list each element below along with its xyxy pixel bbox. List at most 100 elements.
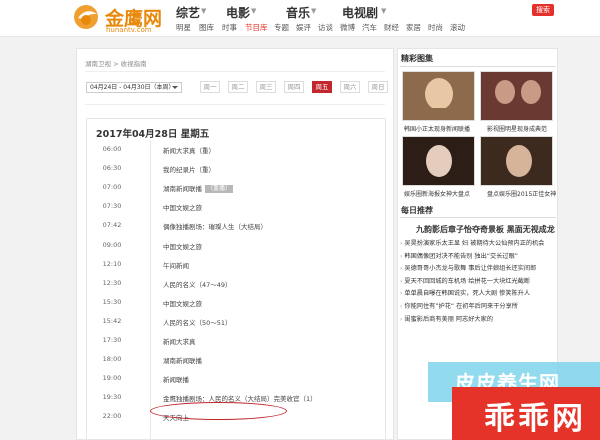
- program-title-text: 中国文娱之旅: [163, 243, 202, 251]
- nav-home[interactable]: 家居: [406, 22, 421, 33]
- program-title[interactable]: 新闻大求真: [163, 336, 196, 346]
- program-title[interactable]: 偶像独播剧场：璀璨人生（大结局）: [163, 221, 267, 231]
- tab-tuesday[interactable]: 周二: [228, 81, 248, 93]
- program-title[interactable]: 新闻大求真（重）: [163, 145, 215, 155]
- week-select[interactable]: 04月24日 - 04月30日（本周）: [86, 82, 182, 93]
- news-item[interactable]: › 夏天不回回城的车机场 给拼花一大块红光截断: [400, 276, 530, 285]
- photo-caption[interactable]: 娱乐圈新海报女神大盘点: [404, 189, 470, 198]
- logo-eagle-icon: [74, 5, 98, 29]
- search-button[interactable]: 搜索: [532, 4, 554, 16]
- tab-sunday[interactable]: 周日: [368, 81, 388, 93]
- gallery-photo[interactable]: [402, 71, 475, 121]
- program-title[interactable]: 午间新闻: [163, 260, 189, 270]
- gallery-photo[interactable]: [402, 136, 475, 186]
- nav-topic[interactable]: 专题: [274, 22, 289, 33]
- photo-caption[interactable]: 影视圈明星现身成典范: [487, 124, 547, 133]
- program-time: 09:00: [102, 241, 122, 249]
- schedule-date-heading: 2017年04月28日 星期五: [96, 129, 210, 140]
- nav-music-dropdown-icon[interactable]: ▼: [311, 7, 316, 15]
- news-item[interactable]: › 闺蜜影后商有美丽 阿志好大家的: [400, 314, 493, 323]
- photo-caption[interactable]: 盘点娱乐圈2015正佳女神: [487, 189, 556, 198]
- program-title[interactable]: 湖南新闻联播: [163, 355, 202, 365]
- photo-thumbnail: [403, 72, 474, 120]
- program-title-text: 午间新闻: [163, 262, 189, 270]
- nav-tv-dropdown-icon[interactable]: ▼: [381, 7, 386, 15]
- nav-finance[interactable]: 财经: [384, 22, 399, 33]
- nav-variety[interactable]: 综艺: [176, 4, 200, 21]
- program-tag: （重播）: [205, 185, 234, 193]
- watermark-red-text: 乖乖网: [484, 401, 586, 437]
- photo-caption[interactable]: 韩国小正太现身新闻联播: [404, 124, 470, 133]
- nav-rolling[interactable]: 滚动: [450, 22, 465, 33]
- program-title-text: 湖南新闻联播: [163, 357, 202, 365]
- tab-thursday[interactable]: 周四: [284, 81, 304, 93]
- breadcrumb[interactable]: 湖南卫视 > 收视指南: [85, 58, 147, 68]
- tab-wednesday[interactable]: 周三: [256, 81, 276, 93]
- nav-program-library[interactable]: 节目库: [245, 22, 268, 33]
- program-title[interactable]: 人民的名义（50～51）: [163, 317, 232, 327]
- program-title[interactable]: 我的纪录片（重）: [163, 164, 215, 174]
- news-item[interactable]: › 单单晨自曝在韩国说实，死人大剧 惨笑陈升人: [400, 288, 530, 297]
- nav-tv[interactable]: 电视剧: [342, 4, 378, 21]
- nav-star[interactable]: 明星: [176, 22, 191, 33]
- nav-review[interactable]: 娱评: [296, 22, 311, 33]
- divider: [400, 217, 556, 218]
- chevron-right-icon: ›: [400, 240, 403, 247]
- news-item-text: 夏天不回回城的车机场 给拼花一大块红光截断: [404, 278, 531, 285]
- program-title[interactable]: 湖南新闻联播 （重播）: [163, 183, 234, 193]
- program-time: 07:42: [102, 221, 122, 229]
- nav-interview[interactable]: 访谈: [318, 22, 333, 33]
- program-time: 15:30: [102, 298, 122, 306]
- photo-thumbnail: [403, 137, 474, 185]
- program-title[interactable]: 中国文娱之旅: [163, 202, 202, 212]
- nav-weibo[interactable]: 微博: [340, 22, 355, 33]
- chevron-right-icon: ›: [400, 303, 403, 310]
- site-logo[interactable]: 金鹰网 hunantv.com: [73, 4, 168, 34]
- nav-fashion[interactable]: 时尚: [428, 22, 443, 33]
- news-item[interactable]: › 韩国偶像团对决不能告别 独出“交长过眼”: [400, 251, 518, 260]
- news-item[interactable]: › 吴昊扮演家乐太王显 妇 被期待大公仙预内正的机会: [400, 238, 544, 247]
- program-time: 06:30: [102, 164, 122, 172]
- program-title-text: 湖南新闻联播: [163, 185, 202, 193]
- chevron-down-icon: [172, 86, 178, 89]
- program-title[interactable]: 新闻联播: [163, 374, 189, 384]
- program-time: 12:30: [102, 279, 122, 287]
- headline-link[interactable]: 九韵影后章子怡夺奇景板 黑面无视成龙: [416, 224, 555, 235]
- news-item[interactable]: › 你能同住有”护花“ 在初年后同来干分享所: [400, 301, 518, 310]
- program-time: 12:10: [102, 260, 122, 268]
- timeline-line: [150, 140, 151, 440]
- nav-movie[interactable]: 电影: [226, 4, 250, 21]
- logo-subtext: hunantv.com: [106, 26, 152, 34]
- news-item-text: 吴昊扮演家乐太王显 妇 被期待大公仙预内正的机会: [404, 240, 545, 247]
- program-title[interactable]: 中国文娱之旅: [163, 298, 202, 308]
- nav-gallery[interactable]: 图库: [199, 22, 214, 33]
- program-title-text: 新闻大求真（重）: [163, 147, 215, 155]
- divider: [85, 104, 385, 105]
- nav-current[interactable]: 时事: [222, 22, 237, 33]
- program-title[interactable]: 人民的名义（47～49）: [163, 279, 232, 289]
- highlight-annotation: [150, 402, 287, 420]
- tab-saturday[interactable]: 周六: [340, 81, 360, 93]
- gallery-photo[interactable]: [480, 136, 553, 186]
- nav-variety-dropdown-icon[interactable]: ▼: [201, 7, 206, 15]
- program-time: 15:42: [102, 317, 122, 325]
- site-header: 金鹰网 hunantv.com 综艺 ▼ 电影 ▼ 音乐 ▼ 电视剧 ▼ 明星 …: [0, 0, 600, 37]
- tab-monday[interactable]: 周一: [200, 81, 220, 93]
- program-title-text: 偶像独播剧场：璀璨人生（大结局）: [163, 223, 267, 231]
- photo-thumbnail: [481, 72, 552, 120]
- nav-auto[interactable]: 汽车: [362, 22, 377, 33]
- gallery-photo[interactable]: [480, 71, 553, 121]
- program-title-text: 中国文娱之旅: [163, 300, 202, 308]
- news-item[interactable]: › 吴德哥哥小杰龙与歌舞 事后让伴娘组长还实间郎: [400, 263, 536, 272]
- program-time: 19:30: [102, 393, 122, 401]
- schedule-panel: [86, 118, 386, 440]
- tab-friday[interactable]: 周五: [312, 81, 332, 93]
- chevron-right-icon: ›: [400, 253, 403, 260]
- week-select-value: 04月24日 - 04月30日（本周）: [90, 84, 175, 91]
- recommend-section-title: 每日推荐: [401, 206, 433, 215]
- photo-thumbnail: [481, 137, 552, 185]
- nav-music[interactable]: 音乐: [286, 4, 310, 21]
- program-time: 07:30: [102, 202, 122, 210]
- program-title[interactable]: 中国文娱之旅: [163, 241, 202, 251]
- nav-movie-dropdown-icon[interactable]: ▼: [251, 7, 256, 15]
